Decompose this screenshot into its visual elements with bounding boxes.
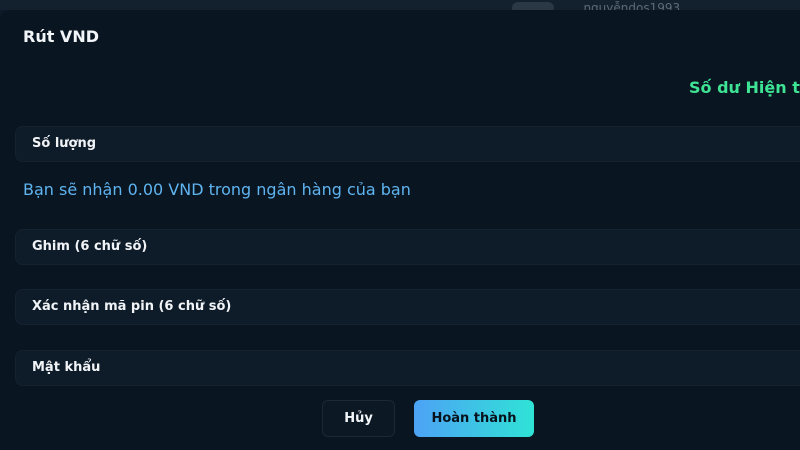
confirm-pin-field-label: Xác nhận mã pin (6 chữ số) xyxy=(32,299,232,314)
pin-field[interactable]: Ghim (6 chữ số) xyxy=(15,229,800,265)
amount-field[interactable]: Số lượng xyxy=(15,126,800,162)
confirm-pin-field[interactable]: Xác nhận mã pin (6 chữ số) xyxy=(15,289,800,325)
cancel-button[interactable]: Hủy xyxy=(322,400,395,437)
amount-field-label: Số lượng xyxy=(32,136,97,151)
dialog-title: Rút VND xyxy=(23,27,99,46)
current-balance-label: Số dư Hiện tại: xyxy=(689,78,800,97)
password-field-label: Mật khẩu xyxy=(32,360,101,375)
receive-amount-note: Bạn sẽ nhận 0.00 VND trong ngân hàng của… xyxy=(23,180,411,199)
pin-field-label: Ghim (6 chữ số) xyxy=(32,239,148,254)
submit-button[interactable]: Hoàn thành xyxy=(414,400,534,437)
password-field[interactable]: Mật khẩu xyxy=(15,350,800,386)
